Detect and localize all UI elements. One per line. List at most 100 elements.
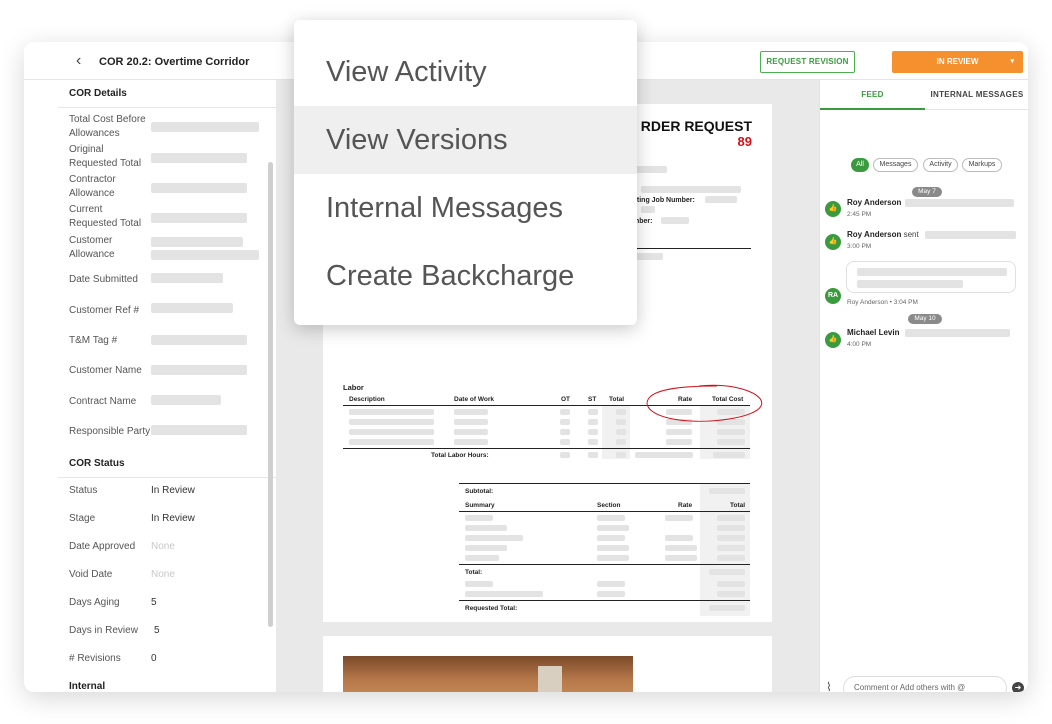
summary-col-summary: Summary bbox=[465, 502, 495, 509]
labor-col-ot: OT bbox=[561, 396, 571, 403]
void-date-label: Void Date bbox=[69, 569, 113, 580]
summary-col-rate: Rate bbox=[678, 502, 693, 509]
filter-activity[interactable]: Activity bbox=[923, 158, 958, 172]
days-aging-value: 5 bbox=[151, 597, 157, 608]
summary-total-label: Total: bbox=[465, 569, 483, 576]
void-date-value: None bbox=[151, 569, 175, 580]
request-revision-button[interactable]: REQUEST REVISION bbox=[760, 51, 855, 73]
detail-value-placeholder bbox=[151, 395, 221, 405]
document-number: 89 bbox=[737, 134, 752, 149]
cor-details-heading: COR Details bbox=[58, 80, 276, 108]
feed-time: 4:00 PM bbox=[847, 341, 872, 348]
doc-placeholder bbox=[633, 253, 663, 260]
job-number-field: cting Job Number: bbox=[633, 197, 695, 204]
revisions-label: # Revisions bbox=[69, 653, 121, 664]
doc-placeholder bbox=[709, 605, 745, 611]
document-title: RDER REQUEST bbox=[640, 118, 752, 134]
feed-verb: sent bbox=[903, 230, 919, 239]
detail-label: Customer Name bbox=[69, 365, 142, 376]
summary-header-line bbox=[459, 511, 750, 512]
feed-time: 2:45 PM bbox=[847, 211, 872, 218]
summary-total-line bbox=[459, 564, 750, 565]
doc-placeholder bbox=[717, 591, 745, 597]
filter-markups[interactable]: Markups bbox=[962, 158, 1002, 172]
total-labor-hours-label: Total Labor Hours: bbox=[431, 452, 489, 459]
doc-placeholder bbox=[597, 591, 625, 597]
doc-placeholder bbox=[465, 591, 543, 597]
menu-item-create-backcharge[interactable]: Create Backcharge bbox=[294, 242, 637, 310]
date-separator: May 10 bbox=[908, 314, 942, 324]
detail-label: Contractor Allowance bbox=[69, 174, 116, 199]
doc-placeholder bbox=[560, 452, 570, 458]
status-dropdown-button[interactable]: IN REVIEW ▾ bbox=[892, 51, 1023, 73]
tab-internal-messages[interactable]: INTERNAL MESSAGES bbox=[925, 80, 1028, 110]
filter-messages[interactable]: Messages bbox=[873, 158, 918, 172]
doc-placeholder bbox=[717, 581, 745, 587]
detail-value-placeholder bbox=[151, 425, 247, 435]
send-icon[interactable]: ➜ bbox=[1012, 682, 1024, 692]
status-value: In Review bbox=[151, 485, 195, 496]
chevron-down-icon: ▾ bbox=[1010, 58, 1014, 65]
detail-label: Customer Ref # bbox=[69, 305, 140, 316]
menu-item-view-activity[interactable]: View Activity bbox=[294, 38, 637, 106]
feed-author: Michael Levin bbox=[847, 328, 900, 337]
actions-menu: View Activity View Versions Internal Mes… bbox=[294, 20, 637, 325]
detail-value-placeholder bbox=[151, 365, 247, 375]
message-meta: Roy Anderson • 3:04 PM bbox=[847, 299, 918, 306]
doc-placeholder bbox=[661, 217, 689, 224]
doc-placeholder bbox=[641, 206, 655, 213]
red-markup-circle bbox=[646, 384, 763, 422]
message-bubble bbox=[846, 261, 1016, 293]
doc-placeholder bbox=[616, 452, 626, 458]
labor-col-st: ST bbox=[588, 396, 597, 403]
document-page-2 bbox=[323, 636, 772, 692]
date-separator: May 7 bbox=[912, 187, 942, 197]
feed-text-placeholder bbox=[905, 329, 1010, 337]
details-scrollbar[interactable] bbox=[268, 162, 273, 627]
revisions-value: 0 bbox=[151, 653, 157, 664]
detail-value-placeholder bbox=[151, 335, 247, 345]
details-panel: COR Details Total Cost Before Allowances… bbox=[58, 80, 276, 692]
status-dropdown-label: IN REVIEW bbox=[936, 57, 979, 66]
labor-col-description: Description bbox=[349, 396, 385, 403]
menu-item-internal-messages[interactable]: Internal Messages bbox=[294, 174, 637, 242]
feed-text-placeholder bbox=[905, 199, 1014, 207]
thumbs-up-icon: 👍 bbox=[825, 234, 841, 250]
site-photo bbox=[343, 656, 633, 692]
detail-value-placeholder bbox=[151, 153, 247, 163]
menu-item-view-versions[interactable]: View Versions bbox=[294, 106, 637, 174]
feed-author: Roy Anderson sent bbox=[847, 230, 919, 239]
detail-value-placeholder bbox=[151, 273, 223, 283]
detail-value-placeholder bbox=[151, 183, 247, 193]
tab-feed[interactable]: FEED bbox=[820, 80, 925, 110]
comment-input[interactable]: Comment or Add others with @ bbox=[843, 676, 1007, 692]
detail-label: Original Requested Total bbox=[69, 144, 142, 169]
cor-status-heading: COR Status bbox=[58, 450, 276, 478]
detail-label: Date Submitted bbox=[69, 274, 138, 285]
doc-placeholder bbox=[705, 196, 737, 203]
doc-placeholder bbox=[597, 581, 625, 587]
summary-col-section: Section bbox=[597, 502, 621, 509]
doc-placeholder bbox=[641, 186, 741, 193]
message-placeholder bbox=[857, 268, 1007, 276]
detail-value-placeholder bbox=[151, 250, 259, 260]
doc-placeholder bbox=[588, 452, 598, 458]
days-aging-label: Days Aging bbox=[69, 597, 120, 608]
detail-label: Total Cost Before Allowances bbox=[69, 114, 146, 139]
doc-placeholder bbox=[709, 569, 745, 575]
thumbs-up-icon: 👍 bbox=[825, 332, 841, 348]
days-in-review-value: 5 bbox=[154, 625, 160, 636]
doc-placeholder bbox=[713, 452, 745, 458]
paperclip-icon[interactable]: ⌇ bbox=[826, 680, 832, 692]
detail-value-placeholder bbox=[151, 122, 259, 132]
requested-total-label: Requested Total: bbox=[465, 605, 518, 612]
requested-total-line bbox=[459, 600, 750, 601]
filter-all[interactable]: All bbox=[851, 158, 869, 172]
feed-author-name: Roy Anderson bbox=[847, 230, 902, 239]
date-approved-value: None bbox=[151, 541, 175, 552]
doc-divider bbox=[633, 248, 751, 249]
feed-panel: FEED INTERNAL MESSAGES All Messages Acti… bbox=[819, 80, 1028, 692]
back-icon[interactable]: ‹ bbox=[76, 53, 90, 69]
detail-value-placeholder bbox=[151, 237, 243, 247]
subtotal-label: Subtotal: bbox=[465, 488, 494, 495]
